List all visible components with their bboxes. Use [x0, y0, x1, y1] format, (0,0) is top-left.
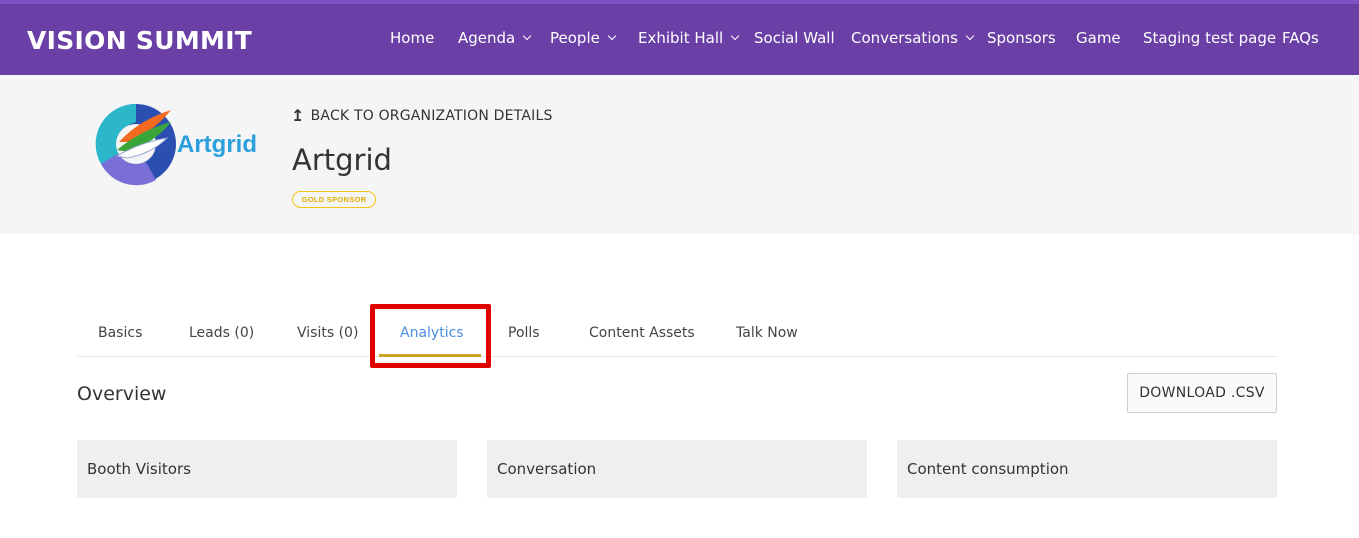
card-title: Booth Visitors: [87, 460, 191, 478]
back-to-org-details-link[interactable]: ↥ BACK TO ORGANIZATION DETAILS: [291, 106, 553, 125]
stat-card-content-consumption[interactable]: Content consumption: [897, 440, 1277, 498]
tab-content-assets[interactable]: Content Assets: [589, 325, 695, 341]
nav-item-home[interactable]: Home: [390, 29, 434, 47]
card-title: Content consumption: [907, 460, 1069, 478]
nav-item-faqs[interactable]: FAQs: [1282, 29, 1319, 47]
tab-analytics[interactable]: Analytics: [400, 325, 464, 341]
nav-item-social-wall[interactable]: Social Wall: [754, 29, 835, 47]
sponsor-badge: GOLD SPONSOR: [292, 191, 376, 208]
nav-label: Exhibit Hall: [638, 29, 724, 47]
nav-label: Agenda: [458, 29, 516, 47]
nav-item-sponsors[interactable]: Sponsors: [987, 29, 1056, 47]
tab-talk-now[interactable]: Talk Now: [736, 325, 798, 341]
tab-basics[interactable]: Basics: [98, 325, 142, 341]
nav-label: Conversations: [851, 29, 958, 47]
back-link-label: BACK TO ORGANIZATION DETAILS: [310, 107, 553, 124]
org-name: Artgrid: [292, 143, 392, 177]
active-tab-indicator: [379, 354, 481, 357]
nav-label: People: [550, 29, 600, 47]
tab-bar: Basics Leads (0) Visits (0) Analytics Po…: [77, 305, 1277, 357]
nav-item-agenda[interactable]: Agenda: [458, 29, 532, 47]
stat-card-conversation[interactable]: Conversation: [487, 440, 867, 498]
nav-item-game[interactable]: Game: [1076, 29, 1121, 47]
nav-item-conversations[interactable]: Conversations: [851, 29, 975, 47]
nav-item-people[interactable]: People: [550, 29, 617, 47]
top-navbar: VISION SUMMIT Home Agenda People Exhibit…: [0, 0, 1359, 75]
chevron-down-icon: [965, 31, 975, 41]
chevron-down-icon: [607, 31, 617, 41]
tab-leads[interactable]: Leads (0): [189, 325, 254, 341]
nav-label: Home: [390, 29, 435, 47]
nav-label: Staging test page: [1143, 29, 1277, 47]
nav-item-staging-test-page[interactable]: Staging test page: [1143, 29, 1276, 47]
overview-title: Overview: [77, 383, 167, 405]
arrow-up-icon: ↥: [291, 106, 305, 125]
stat-card-booth-visitors[interactable]: Booth Visitors: [77, 440, 457, 498]
main-nav: Home Agenda People Exhibit Hall Social W…: [0, 4, 1359, 75]
nav-item-exhibit-hall[interactable]: Exhibit Hall: [638, 29, 740, 47]
download-csv-button[interactable]: DOWNLOAD .CSV: [1127, 373, 1277, 413]
nav-label: Sponsors: [987, 29, 1056, 47]
nav-label: FAQs: [1282, 29, 1319, 47]
card-title: Conversation: [497, 460, 597, 478]
nav-label: Social Wall: [754, 29, 835, 47]
logo-text: Artgrid: [177, 131, 257, 158]
nav-label: Game: [1076, 29, 1121, 47]
chevron-down-icon: [730, 31, 740, 41]
chevron-down-icon: [522, 31, 532, 41]
tab-visits[interactable]: Visits (0): [297, 325, 358, 341]
artgrid-logo: Artgrid: [95, 103, 257, 186]
tab-polls[interactable]: Polls: [508, 325, 540, 341]
